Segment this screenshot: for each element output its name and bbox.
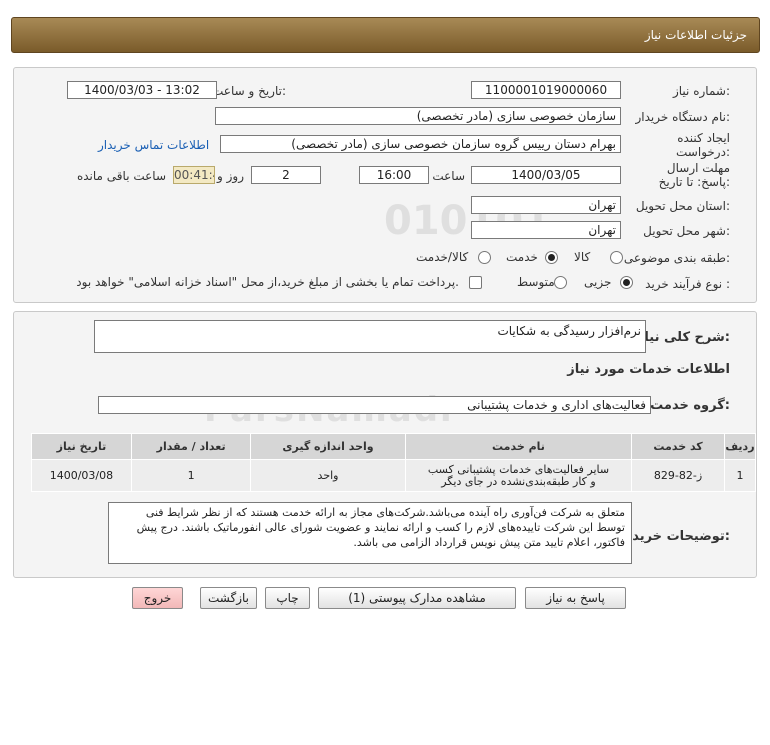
cell-need-date: 1400/03/08: [31, 459, 132, 492]
reply-button[interactable]: پاسخ به نیاز: [525, 587, 626, 609]
days-label: روز و: [217, 169, 244, 183]
category-radio-goods-service[interactable]: [478, 251, 491, 264]
deadline-time-field: 16:00: [359, 166, 429, 184]
need-number-label: شماره نیاز:: [672, 84, 730, 98]
province-label: استان محل تحویل:: [635, 199, 730, 213]
creator-label: ایجاد کننده درخواست:: [676, 131, 730, 159]
category-radio-goods[interactable]: [610, 251, 623, 264]
cell-unit: واحد: [250, 459, 406, 492]
creator-field: بهرام دستان رییس گروه سازمان خصوصی سازی …: [220, 135, 621, 153]
deadline-label: مهلت ارسال پاسخ: تا تاریخ:: [658, 161, 730, 189]
need-detail-panel: ParsNamadr شرح کلی نیاز: نرم‌افزار رسیدگ…: [13, 311, 757, 578]
col-header-service-code: کد خدمت: [631, 433, 725, 460]
print-button[interactable]: چاپ: [265, 587, 310, 609]
col-header-need-date: تاریخ نیاز: [31, 433, 132, 460]
service-group-label: گروه خدمت:: [650, 398, 730, 413]
page-header: جزئیات اطلاعات نیاز: [11, 17, 760, 53]
table-header-row: ردیف کد خدمت نام خدمت واحد اندازه گیری ت…: [31, 433, 757, 460]
need-number-field: 1100001019000060: [471, 81, 621, 99]
process-radio-medium[interactable]: [554, 276, 567, 289]
col-header-service-name: نام خدمت: [404, 433, 633, 460]
process-radio-minor[interactable]: [620, 276, 633, 289]
services-table: ردیف کد خدمت نام خدمت واحد اندازه گیری ت…: [31, 433, 757, 492]
col-header-quantity: تعداد / مقدار: [130, 433, 252, 460]
category-label: طبقه بندی موضوعی:: [623, 251, 730, 265]
announce-field: 1400/03/03 - 13:02: [67, 81, 217, 99]
category-option-goods-service: کالا/خدمت: [416, 250, 469, 264]
buyer-notes-field: متعلق به شرکت فن‌آوری راه آینده می‌باشد.…: [108, 502, 632, 564]
category-radio-service[interactable]: [545, 251, 558, 264]
city-label: شهر محل تحویل:: [643, 224, 730, 238]
cell-service-code: ز-82-829: [631, 459, 725, 492]
attachments-button[interactable]: مشاهده مدارک پیوستی (1): [318, 587, 516, 609]
process-option-minor: جزیی: [584, 275, 612, 289]
cell-row-number: 1: [723, 459, 757, 492]
buyer-notes-label: توضیحات خریدار:: [620, 529, 730, 544]
process-option-medium: متوسط: [517, 275, 555, 289]
cell-quantity: 1: [130, 459, 252, 492]
process-label: نوع فرآیند خرید :: [645, 277, 730, 291]
category-option-goods: کالا: [574, 250, 591, 264]
general-desc-label: شرح کلی نیاز:: [636, 330, 730, 345]
page-title: جزئیات اطلاعات نیاز: [644, 28, 747, 42]
province-field: تهران: [471, 196, 621, 214]
services-title: اطلاعات خدمات مورد نیاز: [567, 362, 730, 377]
col-header-row-number: ردیف: [723, 433, 757, 460]
exit-button[interactable]: خروج: [132, 587, 183, 609]
buyer-org-field: سازمان خصوصی سازی (مادر تخصصی): [215, 107, 621, 125]
category-option-service: خدمت: [506, 250, 538, 264]
col-header-unit: واحد اندازه گیری: [250, 433, 406, 460]
buyer-org-label: نام دستگاه خریدار:: [635, 110, 731, 124]
need-info-panel: 010101 شماره نیاز: 1100001019000060 تاری…: [13, 67, 757, 303]
days-field: 2: [251, 166, 321, 184]
service-group-field: فعالیت‌های اداری و خدمات پشتیبانی: [98, 396, 651, 414]
cell-service-name: سایر فعالیت‌های خدمات پشتیبانی کسب و کار…: [404, 459, 633, 492]
back-button[interactable]: بازگشت: [200, 587, 257, 609]
deadline-time-label: ساعت: [432, 169, 465, 183]
treasury-payment-checkbox[interactable]: [469, 276, 482, 289]
remaining-time-field: 00:41:46: [173, 166, 215, 184]
buyer-contact-link[interactable]: اطلاعات تماس خریدار: [98, 138, 209, 152]
table-row: 1 ز-82-829 سایر فعالیت‌های خدمات پشتیبان…: [31, 459, 757, 492]
city-field: تهران: [471, 221, 621, 239]
deadline-date-field: 1400/03/05: [471, 166, 621, 184]
remaining-label: ساعت باقی مانده: [76, 169, 166, 183]
general-desc-field: نرم‌افزار رسیدگی به شکایات: [94, 320, 646, 353]
treasury-payment-note: پرداخت تمام یا بخشی از مبلغ خرید،از محل …: [76, 275, 459, 289]
